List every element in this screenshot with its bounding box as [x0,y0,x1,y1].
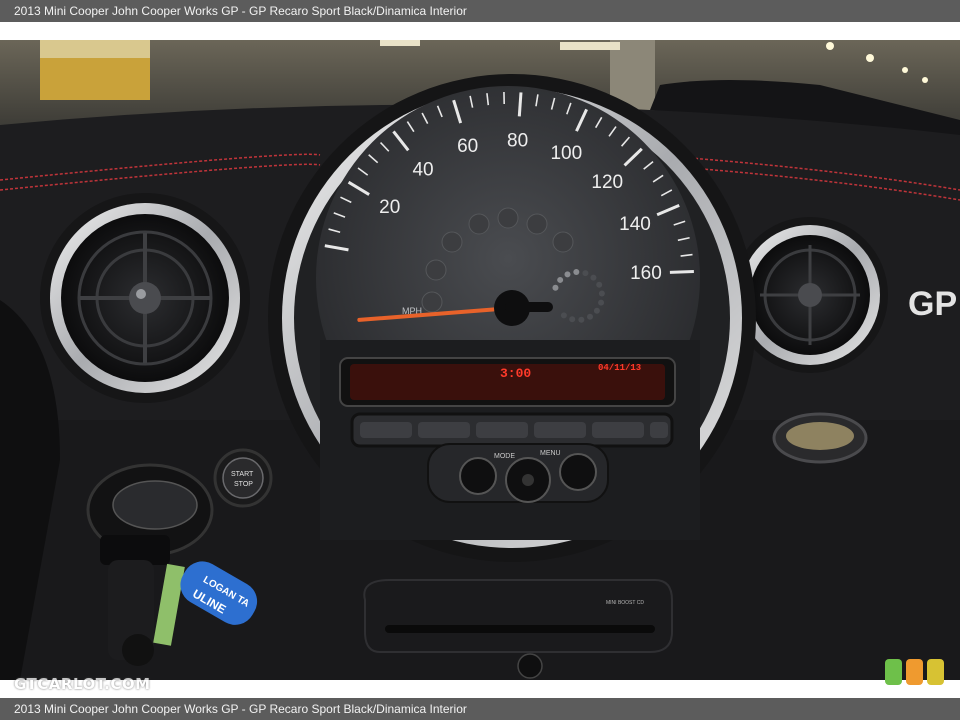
speed-label: 60 [457,136,478,157]
dashboard-photo: GP 20406080100120140160 MPH 3:00 [0,40,960,680]
display-date: 04/11/13 [598,363,641,373]
dial-dot [569,316,576,323]
mode-label: MODE [494,453,515,460]
speed-tick [517,92,523,117]
preset-button-2 [418,422,470,438]
volume-knob [459,457,497,495]
preset-button-6 [650,422,668,438]
dial-dot [598,299,605,306]
stop-label: STOP [234,481,253,488]
dial-dot [564,271,571,278]
display-time: 3:00 [500,366,531,381]
speed-label: 160 [630,263,662,284]
preset-button-1 [360,422,412,438]
radio-knob-cluster: MODE MENU [427,443,609,503]
dial-dot [582,270,589,277]
cd-eject-button [517,653,543,679]
start-stop-button: START STOP [213,448,273,508]
dial-dot [596,281,603,288]
cd-slot [385,625,655,633]
speed-label: 80 [507,130,528,151]
dial-dot [593,307,600,314]
speed-label: 100 [550,143,582,164]
speed-label: 120 [591,172,623,193]
rating-badge-yellow [927,659,944,685]
speed-label: 40 [412,159,433,180]
photo-caption-top: 2013 Mini Cooper John Cooper Works GP - … [0,0,960,22]
preset-button-4 [534,422,586,438]
rating-badge-green [885,659,902,685]
menu-label: MENU [540,450,561,457]
speed-label: 140 [619,214,651,235]
gp-dash-badge: GP [908,285,957,323]
right-air-vent [732,217,888,373]
dial-dot [557,276,564,283]
speedometer: 20406080100120140160 MPH 3:00 04/11/13 [268,74,756,562]
start-label: START [231,471,254,478]
dial-dot [560,312,567,319]
dial-dot [573,269,580,276]
dial-dot [590,274,597,281]
left-air-vent [40,193,250,403]
speed-tick [669,270,694,274]
radio-preset-buttons [350,412,674,448]
cd-label: MINI BOOST CD [606,600,644,606]
site-watermark: GTCARLOT.COM [14,675,151,693]
rating-badge-orange [906,659,923,685]
menu-knob [559,453,597,491]
dial-dot [552,284,559,291]
dial-dot [598,290,605,297]
photo-caption-bottom: 2013 Mini Cooper John Cooper Works GP - … [0,698,960,720]
dial-dot [587,313,593,320]
preset-button-5 [592,422,644,438]
speed-label: 20 [379,197,400,218]
preset-button-3 [476,422,528,438]
dial-dot [578,316,585,323]
